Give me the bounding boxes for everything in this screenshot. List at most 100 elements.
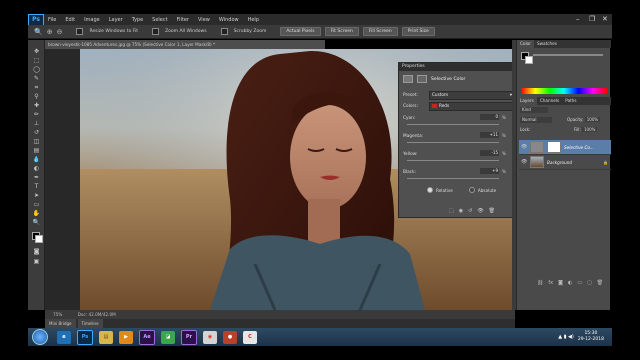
- fit-screen-button[interactable]: Fit Screen: [324, 27, 359, 36]
- add-mask-icon[interactable]: ◙: [558, 280, 563, 286]
- path-select-tool-icon[interactable]: ➤: [31, 192, 42, 199]
- photoshop-icon[interactable]: Ps: [77, 329, 93, 345]
- eyedropper-tool-icon[interactable]: ⚲: [31, 93, 42, 100]
- layer-row-selective-color[interactable]: 👁 Selective Co...: [519, 140, 611, 155]
- menu-window[interactable]: Window: [219, 17, 239, 23]
- type-tool-icon[interactable]: T: [31, 183, 42, 190]
- mask-icon[interactable]: [417, 75, 427, 83]
- absolute-radio[interactable]: [468, 187, 475, 193]
- brush-tool-icon[interactable]: ✏: [31, 111, 42, 118]
- close-icon[interactable]: ✕: [602, 15, 608, 23]
- menu-filter[interactable]: Filter: [177, 17, 189, 23]
- menu-select[interactable]: Select: [152, 17, 167, 23]
- eye-icon[interactable]: 👁: [521, 159, 527, 165]
- quick-select-tool-icon[interactable]: ✎: [31, 75, 42, 82]
- gradient-tool-icon[interactable]: ▤: [31, 147, 42, 154]
- kind-filter-dropdown[interactable]: Kind: [520, 107, 548, 113]
- tab-paths[interactable]: Paths: [562, 97, 579, 105]
- explorer-icon[interactable]: ▤: [99, 330, 113, 344]
- quick-mask-icon[interactable]: ◙: [31, 248, 42, 255]
- media-player-icon[interactable]: ▶: [119, 330, 133, 344]
- magenta-track[interactable]: [407, 142, 499, 143]
- ie-icon[interactable]: e: [57, 330, 71, 344]
- blend-mode-dropdown[interactable]: Normal: [520, 117, 552, 123]
- menu-file[interactable]: File: [48, 17, 56, 23]
- reset-icon[interactable]: ↺: [468, 208, 472, 214]
- magenta-slider[interactable]: Magenta: +11 %: [403, 132, 511, 143]
- yellow-value[interactable]: -15: [480, 150, 499, 156]
- minimize-icon[interactable]: –: [576, 15, 580, 23]
- resize-windows-checkbox[interactable]: [76, 28, 84, 35]
- link-icon[interactable]: ⛓: [537, 280, 543, 286]
- menu-type[interactable]: Type: [132, 17, 143, 23]
- yellow-slider[interactable]: Yellow: -15 %: [403, 150, 511, 161]
- lasso-tool-icon[interactable]: ◯: [31, 66, 42, 73]
- chrome-icon[interactable]: ◉: [203, 330, 217, 344]
- menu-edit[interactable]: Edit: [65, 17, 75, 23]
- black-track[interactable]: [407, 178, 499, 179]
- properties-header[interactable]: Properties: [399, 63, 515, 71]
- ccleaner-icon[interactable]: C: [243, 330, 257, 344]
- tab-timeline[interactable]: Timeline: [77, 319, 103, 328]
- shape-tool-icon[interactable]: ▭: [31, 201, 42, 208]
- view-previous-icon[interactable]: ◉: [459, 208, 463, 214]
- visibility-icon[interactable]: 👁: [477, 208, 483, 214]
- colors-dropdown[interactable]: Reds ▾: [429, 102, 522, 111]
- relative-radio[interactable]: [427, 187, 433, 193]
- premiere-icon[interactable]: Pr: [181, 329, 197, 345]
- black-value[interactable]: +9: [480, 168, 499, 174]
- clock-date[interactable]: 29-12-2018: [578, 337, 604, 343]
- cyan-slider[interactable]: Cyan: 0 %: [403, 114, 511, 125]
- trash-icon[interactable]: 🗑: [597, 280, 603, 286]
- tab-channels[interactable]: Channels: [537, 97, 562, 105]
- zoom-tool-icon[interactable]: 🔍: [31, 219, 42, 226]
- tab-layers[interactable]: Layers: [517, 97, 537, 105]
- eye-icon[interactable]: 👁: [521, 144, 527, 150]
- recorder-icon[interactable]: ●: [223, 330, 237, 344]
- zoom-in-icon[interactable]: ⊕: [47, 28, 53, 36]
- black-slider[interactable]: Black: +9 %: [403, 168, 511, 179]
- start-button[interactable]: [32, 329, 48, 345]
- color-slider[interactable]: [533, 54, 603, 56]
- zoom-level[interactable]: 75%: [53, 312, 62, 317]
- opacity-value[interactable]: 100%: [584, 117, 601, 122]
- history-brush-tool-icon[interactable]: ↺: [31, 129, 42, 136]
- blur-tool-icon[interactable]: 💧: [31, 156, 42, 163]
- print-size-button[interactable]: Print Size: [401, 27, 435, 36]
- tab-swatches[interactable]: Swatches: [534, 40, 560, 48]
- crop-tool-icon[interactable]: ⌗: [31, 84, 42, 91]
- menu-image[interactable]: Image: [84, 17, 100, 23]
- cyan-value[interactable]: 0: [480, 114, 499, 120]
- new-layer-icon[interactable]: ▢: [587, 280, 592, 286]
- scrubby-zoom-checkbox[interactable]: [220, 28, 228, 35]
- magenta-value[interactable]: +11: [480, 132, 499, 138]
- delete-icon[interactable]: 🗑: [489, 208, 495, 214]
- clip-to-layer-icon[interactable]: ⬚: [449, 208, 454, 214]
- menu-help[interactable]: Help: [248, 17, 259, 23]
- clone-stamp-tool-icon[interactable]: ⊥: [31, 120, 42, 127]
- color-spectrum[interactable]: [521, 88, 607, 94]
- fill-value[interactable]: 100%: [581, 127, 598, 132]
- marquee-tool-icon[interactable]: ⬚: [31, 57, 42, 64]
- zoom-tool-icon[interactable]: 🔍: [34, 28, 43, 36]
- color-swatches-icon[interactable]: [31, 232, 43, 243]
- screen-mode-icon[interactable]: ▣: [31, 258, 42, 265]
- mask-thumb[interactable]: [547, 141, 561, 153]
- dodge-tool-icon[interactable]: ◐: [31, 165, 42, 172]
- folder-icon[interactable]: ▭: [577, 280, 582, 286]
- layer-row-background[interactable]: 👁 Background 🔒: [519, 155, 611, 170]
- maximize-icon[interactable]: ❐: [589, 15, 595, 23]
- healing-tool-icon[interactable]: ✚: [31, 102, 42, 109]
- zoom-all-checkbox[interactable]: [152, 28, 160, 35]
- preset-dropdown[interactable]: Custom ▾: [429, 91, 515, 100]
- fill-screen-button[interactable]: Fill Screen: [362, 27, 398, 36]
- yellow-track[interactable]: [407, 160, 499, 161]
- hand-tool-icon[interactable]: ✋: [31, 210, 42, 217]
- actual-pixels-button[interactable]: Actual Pixels: [280, 27, 321, 36]
- after-effects-icon[interactable]: Ae: [139, 329, 155, 345]
- tab-mini-bridge[interactable]: Mini Bridge: [45, 319, 76, 328]
- document-tab[interactable]: brown-vieyestk-1085 Adventures.jpg @ 75%…: [45, 40, 325, 49]
- move-tool-icon[interactable]: ✥: [31, 48, 42, 55]
- tray-icons[interactable]: ▲ ▮ ◀): [558, 334, 574, 340]
- eraser-tool-icon[interactable]: ◫: [31, 138, 42, 145]
